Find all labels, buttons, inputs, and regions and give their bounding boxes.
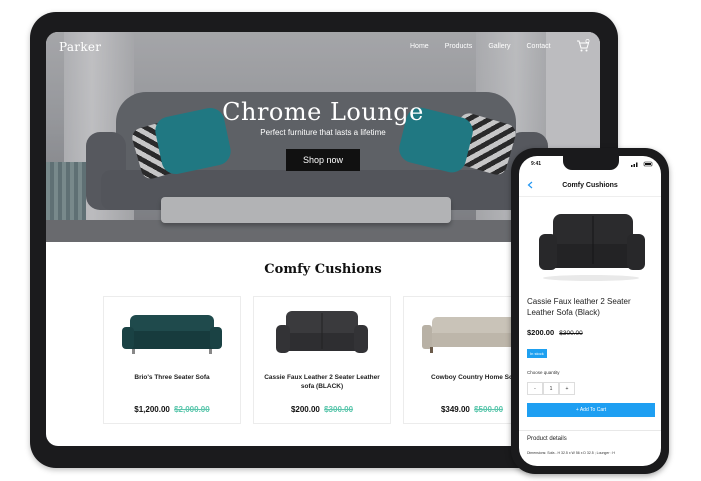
phone-header: Comfy Cushions (519, 174, 661, 197)
cart-icon[interactable] (576, 39, 590, 53)
status-time: 9:41 (531, 161, 542, 167)
nav-links: Home Products Gallery Contact (410, 43, 567, 50)
product-name: Cassie Faux Leather 2 Seater Leather sof… (264, 374, 380, 390)
product-image (276, 311, 368, 353)
product-detail-price-old: $300.00 (559, 330, 583, 337)
hero-title: Chrome Lounge (222, 98, 424, 126)
product-name: Brio's Three Seater Sofa (134, 374, 210, 381)
quantity-stepper: - 1 + (527, 382, 575, 395)
nav-link-gallery[interactable]: Gallery (488, 43, 510, 50)
status-icons (631, 161, 653, 169)
product-price-current: $1,200.00 (134, 405, 170, 414)
product-detail-price-current: $200.00 (527, 328, 555, 337)
nav-link-contact[interactable]: Contact (527, 43, 551, 50)
phone-notch (563, 156, 619, 170)
shop-now-button[interactable]: Shop now (286, 149, 360, 171)
product-detail-name: Cassie Faux leather 2 Seater Leather Sof… (527, 297, 631, 317)
top-nav: Parker Home Products Gallery Contact (46, 32, 600, 62)
product-details-text: Dimensions: Sofa - H 32.5 x W 56 x D 32.… (527, 451, 615, 455)
product-detail-price: $200.00 $300.00 (527, 328, 583, 337)
product-details-heading[interactable]: Product details (527, 436, 567, 442)
product-price-current: $200.00 (290, 405, 320, 414)
product-detail-image (539, 214, 645, 281)
nav-link-home[interactable]: Home (410, 43, 429, 50)
phone-device: 9:41 Comfy Cushions Cassie Faux leather … (511, 148, 669, 474)
product-price-current: $349.00 (440, 405, 470, 414)
quantity-value[interactable]: 1 (543, 382, 559, 395)
quantity-label: Choose quantity (527, 370, 560, 375)
phone-header-title: Comfy Cushions (562, 182, 618, 189)
product-price: $1,200.00 $2,000.00 (104, 405, 240, 414)
quantity-decrease-button[interactable]: - (527, 382, 543, 395)
stock-badge: In stock (527, 349, 547, 358)
product-image (122, 315, 222, 354)
product-card[interactable]: Brio's Three Seater Sofa $1,200.00 $2,00… (103, 296, 241, 424)
product-price-old: $300.00 (324, 405, 354, 414)
nav-link-products[interactable]: Products (445, 43, 473, 50)
quantity-increase-button[interactable]: + (559, 382, 575, 395)
signal-battery-icon (631, 161, 653, 167)
add-to-cart-button[interactable]: + Add To Cart (527, 403, 655, 417)
divider (519, 430, 661, 431)
phone-screen: 9:41 Comfy Cushions Cassie Faux leather … (519, 156, 661, 466)
brand-logo[interactable]: Parker (59, 40, 101, 54)
hero-subtitle: Perfect furniture that lasts a lifetime (260, 128, 386, 137)
product-image (422, 317, 522, 353)
product-price-old: $2,000.00 (174, 405, 210, 414)
product-price: $200.00 $300.00 (254, 405, 390, 414)
product-card[interactable]: Cassie Faux Leather 2 Seater Leather sof… (253, 296, 391, 424)
product-price-old: $500.00 (474, 405, 504, 414)
